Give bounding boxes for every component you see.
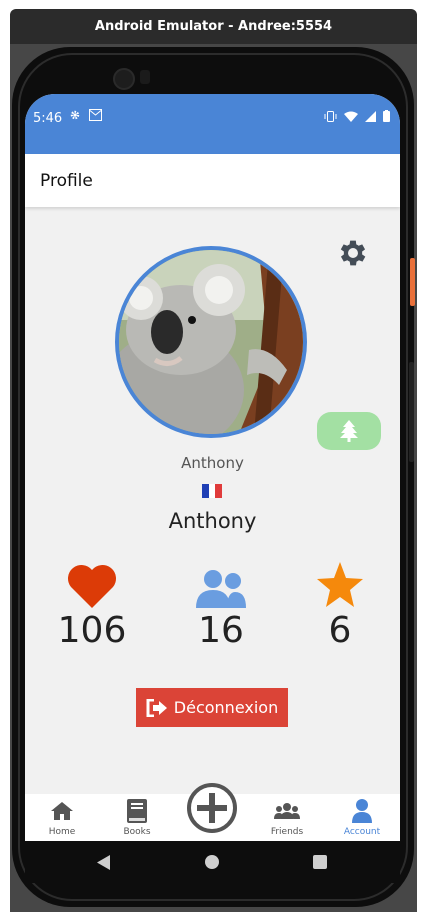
home-circle-icon[interactable] — [205, 855, 219, 869]
home-icon — [51, 801, 73, 820]
favorites-count: 6 — [328, 610, 352, 651]
stat-friends[interactable]: 16 — [166, 560, 276, 651]
nav-friends[interactable]: Friends — [257, 794, 317, 837]
vibrate-icon — [324, 110, 337, 122]
koala-photo — [119, 250, 303, 434]
tree-icon — [340, 420, 358, 442]
gmail-status-icon — [89, 109, 102, 121]
star-icon — [317, 562, 363, 607]
france-flag-icon — [202, 484, 223, 498]
status-bar: 5:46 — [25, 94, 400, 154]
battery-icon — [383, 110, 390, 122]
nav-books[interactable]: Books — [107, 794, 167, 837]
recents-icon[interactable] — [313, 855, 327, 869]
volume-button[interactable] — [409, 362, 414, 462]
settings-status-icon — [70, 110, 80, 120]
front-camera — [113, 68, 135, 90]
add-circle-icon[interactable] — [186, 782, 238, 834]
power-button[interactable] — [410, 258, 415, 306]
app-bar: Profile — [25, 154, 400, 207]
friends-nav-icon — [274, 802, 300, 819]
wifi-icon — [344, 111, 358, 122]
heart-icon — [67, 564, 117, 608]
nav-account-label: Account — [343, 827, 381, 837]
nav-home[interactable]: Home — [32, 794, 92, 837]
back-icon[interactable] — [97, 855, 110, 870]
user-icon — [352, 798, 372, 823]
sign-out-icon — [146, 698, 167, 717]
logout-label: Déconnexion — [173, 698, 279, 717]
status-time: 5:46 — [33, 111, 63, 126]
stat-likes[interactable]: 106 — [37, 560, 147, 651]
system-nav-bar — [25, 841, 400, 883]
display-name: Anthony — [168, 509, 257, 533]
app-screen: 5:46 Profile Anthony Anthony 106 16 6 Dé… — [25, 94, 400, 841]
gear-icon[interactable] — [336, 236, 370, 270]
bottom-nav: Home Books Friends Account — [25, 783, 400, 841]
nav-account[interactable]: Account — [332, 794, 392, 837]
signal-icon — [365, 110, 376, 122]
emulator-title-bar: Android Emulator - Andree:5554 — [10, 9, 417, 44]
tree-badge[interactable] — [317, 412, 381, 450]
stat-favorites[interactable]: 6 — [285, 560, 395, 651]
users-icon — [196, 570, 246, 608]
nav-friends-label: Friends — [270, 827, 304, 837]
emulator-title: Android Emulator - Andree:5554 — [94, 19, 333, 34]
nav-home-label: Home — [48, 827, 76, 837]
logout-button[interactable]: Déconnexion — [136, 688, 288, 727]
likes-count: 106 — [57, 610, 127, 651]
book-icon — [127, 798, 147, 823]
speaker — [140, 70, 150, 84]
nav-books-label: Books — [123, 827, 151, 837]
username-label: Anthony — [181, 454, 244, 472]
page-title: Profile — [40, 171, 93, 191]
profile-avatar[interactable] — [115, 246, 307, 438]
friends-count: 16 — [198, 610, 244, 651]
